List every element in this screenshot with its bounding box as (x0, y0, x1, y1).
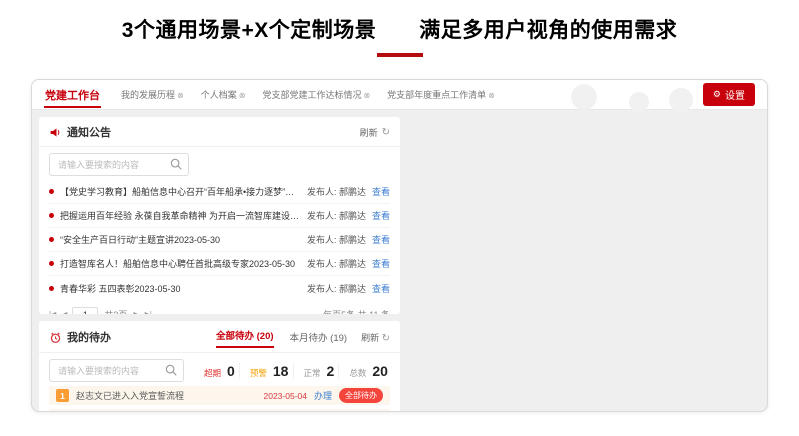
todo-badge: 全部待办 (339, 388, 383, 403)
decorative-circle (669, 88, 693, 112)
search-icon[interactable] (169, 157, 183, 171)
todos-header: 我的待办 全部待办 (20) 本月待办 (19) 刷新 ↻ (39, 321, 400, 353)
notice-title: 青春华彩 五四表彰2023-05-30 (60, 282, 301, 295)
view-link[interactable]: 查看 (372, 233, 390, 246)
notices-pagination: |◀ ◀ 共3页 ▶ ▶| 每页5条 共 11 条 (49, 300, 390, 314)
notice-publisher: 发布人: 郝鹏达 (307, 257, 366, 270)
todos-search-row: 超期0 预警18 正常2 总数20 (49, 359, 390, 382)
notice-publisher: 发布人: 郝鹏达 (307, 209, 366, 222)
notice-title: 【党史学习教育】船舶信息中心召开“百年船承•接力逐梦”五四青年座谈会202... (60, 185, 301, 198)
todos-panel: 我的待办 全部待办 (20) 本月待办 (19) 刷新 ↻ (39, 321, 400, 412)
notices-title: 通知公告 (67, 124, 111, 140)
notices-search-input[interactable] (49, 153, 189, 176)
page-title: 3个通用场景+X个定制场景 满足多用户视角的使用需求 (0, 14, 799, 44)
notices-panel: 通知公告 刷新 ↻ 【党史学习教育】船舶信 (39, 117, 400, 314)
window-tab-bar: 党建工作台 我的发展历程⊗ 个人档案⊗ 党支部党建工作达标情况⊗ 党支部年度重点… (32, 80, 767, 110)
settings-button[interactable]: ⚙ 设置 (703, 83, 755, 106)
pagination-first-icon[interactable]: |◀ (49, 310, 55, 314)
alarm-clock-icon (49, 331, 62, 344)
refresh-icon: ↻ (382, 127, 390, 138)
tab-close-icon[interactable]: ⊗ (239, 91, 246, 100)
notice-publisher: 发布人: 郝鹏达 (307, 282, 366, 295)
notice-title: “安全生产百日行动”主题宣讲2023-05-30 (60, 233, 301, 246)
notice-row[interactable]: 打造智库名人！船舶信息中心聘任首批高级专家2023-05-30 发布人: 郝鹏达… (49, 252, 390, 276)
total-pages-label: 共3页 (104, 308, 127, 314)
notice-publisher: 发布人: 郝鹏达 (307, 185, 366, 198)
tab-annual-worklist[interactable]: 党支部年度重点工作清单⊗ (387, 88, 495, 101)
todo-row[interactable]: 2 宋美娟已进入推荐和确定入党积极分子流程 2023-05-04 办理 全部待办 (49, 409, 390, 412)
stat-normal: 正常2 (293, 363, 335, 379)
tab-month-todos[interactable]: 本月待办 (19) (290, 330, 348, 344)
notices-refresh[interactable]: 刷新 ↻ (360, 126, 390, 139)
notice-publisher: 发布人: 郝鹏达 (307, 233, 366, 246)
megaphone-icon (49, 126, 62, 139)
app-window: 党建工作台 我的发展历程⊗ 个人档案⊗ 党支部党建工作达标情况⊗ 党支部年度重点… (31, 79, 768, 412)
todo-number-chip: 1 (56, 389, 69, 402)
view-link[interactable]: 查看 (372, 282, 390, 295)
bullet-dot-icon (49, 213, 54, 218)
todos-body: 超期0 预警18 正常2 总数20 1 赵志文已进入入党宣誓流程 2023-05… (39, 359, 400, 412)
todos-refresh[interactable]: 刷新 ↻ (361, 331, 390, 344)
tab-close-icon[interactable]: ⊗ (363, 91, 370, 100)
pagination-prev-icon[interactable]: ◀ (61, 310, 66, 314)
todo-row[interactable]: 1 赵志文已进入入党宣誓流程 2023-05-04 办理 全部待办 (49, 386, 390, 405)
notices-header: 通知公告 刷新 ↻ (39, 117, 400, 147)
tab-close-icon[interactable]: ⊗ (177, 91, 184, 100)
bullet-dot-icon (49, 261, 54, 266)
notice-title: 把握运用百年经验 永葆自我革命精神 为开启一流智库建设新局面提供坚强保... (60, 209, 301, 222)
pagination-summary: 每页5条 共 11 条 (323, 308, 390, 314)
notice-row[interactable]: 【党史学习教育】船舶信息中心召开“百年船承•接力逐梦”五四青年座谈会202...… (49, 180, 390, 204)
tab-branch-standard[interactable]: 党支部党建工作达标情况⊗ (262, 88, 370, 101)
notice-title: 打造智库名人！船舶信息中心聘任首批高级专家2023-05-30 (60, 257, 301, 270)
tab-personal-file[interactable]: 个人档案⊗ (201, 88, 246, 101)
notices-body: 【党史学习教育】船舶信息中心召开“百年船承•接力逐梦”五四青年座谈会202...… (39, 153, 400, 314)
stat-warning: 预警18 (239, 363, 289, 379)
title-underline (377, 53, 423, 57)
todo-badge: 全部待办 (339, 411, 383, 412)
stat-total: 总数20 (338, 363, 388, 379)
notice-row[interactable]: “安全生产百日行动”主题宣讲2023-05-30 发布人: 郝鹏达 查看 (49, 228, 390, 252)
tab-my-development[interactable]: 我的发展历程⊗ (121, 88, 184, 101)
page: 3个通用场景+X个定制场景 满足多用户视角的使用需求 党建工作台 我的发展历程⊗… (0, 0, 799, 436)
tab-close-icon[interactable]: ⊗ (488, 91, 495, 100)
notices-search-row (49, 153, 390, 176)
page-number-input[interactable] (72, 307, 98, 314)
todos-title: 我的待办 (67, 329, 111, 345)
bullet-dot-icon (49, 286, 54, 291)
tab-party-workbench[interactable]: 党建工作台 (44, 79, 101, 111)
todo-stats: 超期0 预警18 正常2 总数20 (192, 363, 390, 379)
notice-row[interactable]: 把握运用百年经验 永葆自我革命精神 为开启一流智库建设新局面提供坚强保... 发… (49, 204, 390, 228)
view-link[interactable]: 查看 (372, 185, 390, 198)
tab-all-todos[interactable]: 全部待办 (20) (216, 328, 274, 346)
search-icon[interactable] (164, 363, 178, 377)
pagination-next-icon[interactable]: ▶ (133, 310, 138, 314)
todo-title: 赵志文已进入入党宣誓流程 (76, 389, 257, 402)
decorative-circle (629, 92, 649, 112)
headline-block: 3个通用场景+X个定制场景 满足多用户视角的使用需求 (0, 0, 799, 57)
notice-row[interactable]: 青春华彩 五四表彰2023-05-30 发布人: 郝鹏达 查看 (49, 276, 390, 300)
view-link[interactable]: 查看 (372, 209, 390, 222)
todo-date: 2023-05-04 (264, 391, 307, 401)
view-link[interactable]: 查看 (372, 257, 390, 270)
refresh-icon: ↻ (382, 333, 390, 344)
handle-link[interactable]: 办理 (314, 389, 332, 402)
pagination-last-icon[interactable]: ▶| (145, 310, 151, 314)
decorative-circle (571, 84, 597, 110)
window-body: 通知公告 刷新 ↻ 【党史学习教育】船舶信 (32, 110, 767, 412)
gear-icon: ⚙ (713, 89, 721, 100)
stat-overdue: 超期0 (194, 363, 235, 379)
bullet-dot-icon (49, 237, 54, 242)
bullet-dot-icon (49, 189, 54, 194)
